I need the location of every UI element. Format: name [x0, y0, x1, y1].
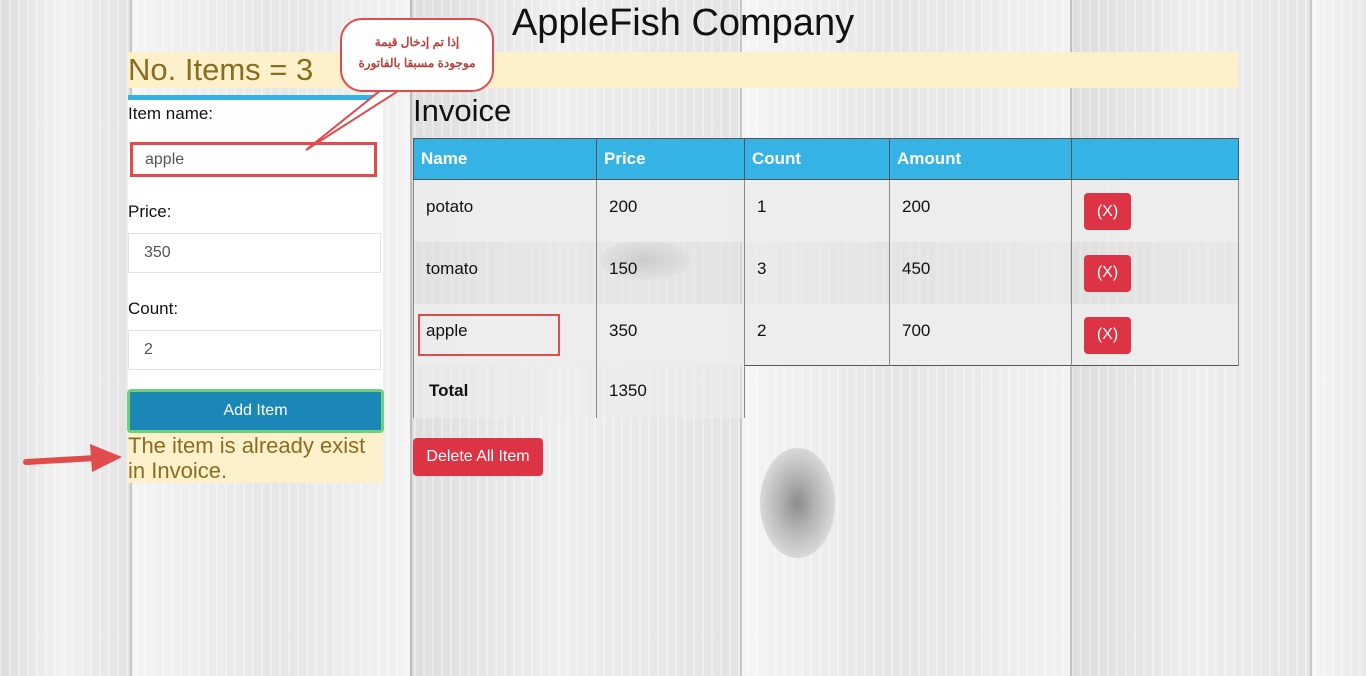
cell-price: 150 [596, 241, 745, 304]
column-header-price: Price [596, 138, 745, 180]
cell-name: apple [413, 303, 597, 366]
total-row: Total 1350 [413, 365, 1239, 418]
column-header-actions [1071, 138, 1239, 180]
remove-item-button[interactable]: (X) [1084, 254, 1131, 292]
callout-line-1: إذا تم إدخال قيمة [374, 35, 460, 49]
total-value: 1350 [596, 365, 745, 418]
cell-actions: (X) [1071, 179, 1239, 242]
price-input[interactable] [128, 233, 381, 273]
price-label: Price: [128, 202, 172, 221]
cell-name: tomato [413, 241, 597, 304]
remove-item-button[interactable]: (X) [1084, 316, 1131, 354]
count-label: Count: [128, 299, 179, 318]
cell-price: 200 [596, 179, 745, 242]
total-label: Total [413, 365, 597, 418]
items-count-bar: No. Items = 3 [128, 52, 1238, 88]
cell-price: 350 [596, 303, 745, 366]
item-name-input[interactable] [130, 142, 377, 177]
empty-cell [744, 365, 890, 418]
remove-item-button[interactable]: (X) [1084, 193, 1131, 230]
cell-count: 1 [744, 179, 890, 242]
cell-amount: 200 [889, 179, 1072, 242]
wood-plank-seam [1310, 0, 1312, 676]
column-header-name: Name [413, 138, 597, 180]
item-name-label: Item name: [128, 104, 214, 123]
callout-line-2: موجودة مسبقا بالفاتورة [358, 56, 476, 70]
table-row: apple 350 2 700 (X) [413, 303, 1239, 366]
items-count: No. Items = 3 [128, 52, 314, 87]
column-header-count: Count [744, 138, 890, 180]
company-title: AppleFish Company [511, 2, 855, 44]
wood-plank-seam [410, 0, 412, 676]
cell-actions: (X) [1071, 303, 1239, 366]
annotation-callout: إذا تم إدخال قيمة موجودة مسبقا بالفاتورة [340, 18, 494, 92]
invoice-heading: Invoice [413, 93, 512, 128]
cell-count: 2 [744, 303, 890, 366]
table-row: potato 200 1 200 (X) [413, 179, 1239, 242]
cell-name: potato [413, 179, 597, 242]
cell-actions: (X) [1071, 241, 1239, 304]
invoice-table: Name Price Count Amount potato 200 1 200… [413, 138, 1239, 418]
cell-count: 3 [744, 241, 890, 304]
duplicate-item-error: The item is already exist in Invoice. [128, 433, 383, 483]
annotation-highlight-box [418, 313, 560, 356]
table-header-row: Name Price Count Amount [413, 138, 1239, 180]
red-arrow-icon [23, 444, 122, 472]
delete-all-button[interactable]: Delete All Item [413, 438, 543, 476]
table-row: tomato 150 3 450 (X) [413, 241, 1239, 304]
cell-amount: 450 [889, 241, 1072, 304]
empty-cell [889, 365, 1072, 418]
empty-cell [1071, 365, 1239, 418]
add-item-button[interactable]: Add Item [127, 389, 384, 433]
add-item-form: Item name: Price: Count: [128, 95, 383, 395]
wood-knot [760, 448, 835, 558]
cell-amount: 700 [889, 303, 1072, 366]
column-header-amount: Amount [889, 138, 1072, 180]
count-input[interactable] [128, 330, 381, 370]
